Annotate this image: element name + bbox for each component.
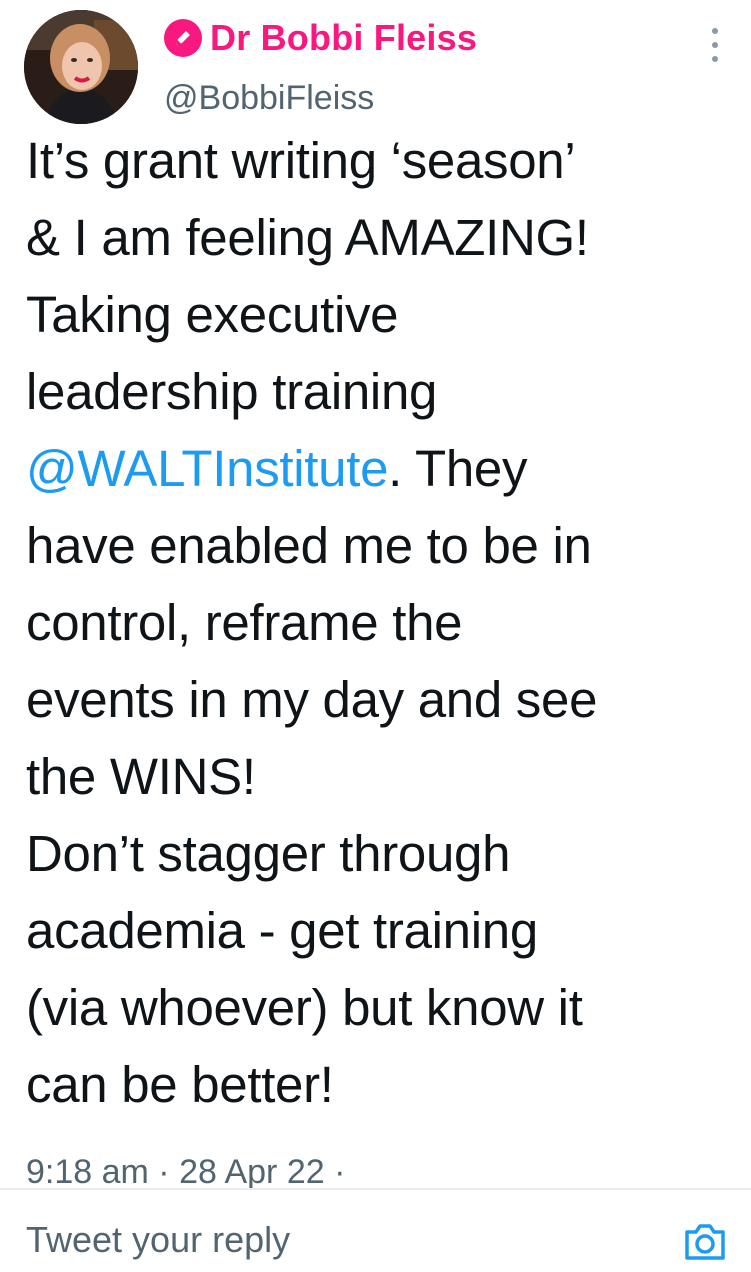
more-vertical-icon[interactable] bbox=[709, 28, 721, 62]
author-name-row[interactable]: Dr Bobbi Fleiss bbox=[164, 18, 477, 58]
camera-icon[interactable] bbox=[683, 1222, 727, 1262]
tweet: Dr Bobbi Fleiss @BobbiFleiss It’s grant … bbox=[0, 0, 751, 1272]
tweet-mention-line: @WALTInstitute. They bbox=[26, 430, 726, 507]
reply-input[interactable]: Tweet your reply bbox=[26, 1218, 290, 1262]
tweet-line: the WINS! bbox=[26, 748, 256, 805]
tweet-line: academia - get training bbox=[26, 902, 538, 959]
tweet-line: have enabled me to be in bbox=[26, 517, 592, 574]
tweet-line: Don’t stagger through bbox=[26, 825, 511, 882]
reply-bar: Tweet your reply bbox=[0, 1190, 751, 1272]
pencil-icon bbox=[164, 19, 202, 57]
tweet-line: control, reframe the bbox=[26, 594, 463, 651]
tweet-line: leadership training bbox=[26, 363, 438, 420]
avatar[interactable] bbox=[24, 10, 138, 124]
author-handle[interactable]: @BobbiFleiss bbox=[164, 78, 374, 118]
meta-trailing: · bbox=[324, 1153, 346, 1191]
tweet-line: events in my day and see bbox=[26, 671, 598, 728]
tweet-line: (via whoever) but know it bbox=[26, 979, 583, 1036]
tweet-time: 9:18 am bbox=[26, 1153, 149, 1191]
tweet-line: Taking executive bbox=[26, 286, 399, 343]
tweet-line: It’s grant writing ‘season’ bbox=[26, 132, 576, 189]
tweet-date: 28 Apr 22 bbox=[179, 1153, 325, 1191]
mention-link[interactable]: @WALTInstitute bbox=[26, 440, 388, 497]
tweet-text-fragment: . They bbox=[388, 440, 528, 497]
meta-separator: · bbox=[148, 1153, 180, 1191]
tweet-line: can be better! bbox=[26, 1056, 334, 1113]
author-display-name[interactable]: Dr Bobbi Fleiss bbox=[210, 18, 477, 58]
tweet-text: It’s grant writing ‘season’ & I am feeli… bbox=[26, 122, 726, 1123]
tweet-line: & I am feeling AMAZING! bbox=[26, 209, 589, 266]
